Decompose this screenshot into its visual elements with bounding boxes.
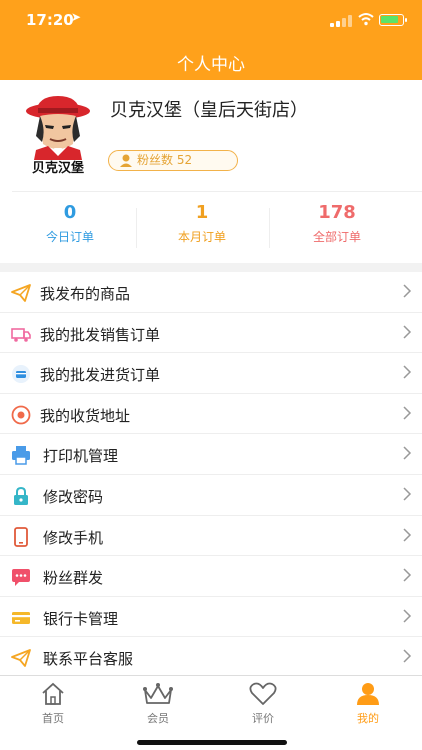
menu-item-shipping-address[interactable]: 我的收货地址 [0, 393, 422, 435]
menu-item-label: 我的收货地址 [40, 406, 131, 425]
stat-month-orders[interactable]: 1 本月订单 [132, 202, 272, 245]
profile-card: 贝克汉堡 贝克汉堡（皇后天街店） 粉丝数 52 0 今日订单 1 本月订单 17… [0, 80, 422, 263]
menu-item-fans-broadcast[interactable]: 粉丝群发 [0, 556, 422, 597]
lock-icon [14, 486, 28, 505]
menu-item-label: 粉丝群发 [43, 569, 104, 588]
send-plane-icon [11, 649, 31, 668]
location-arrow-icon: ➤ [71, 10, 82, 24]
header-bar: 17:20 ➤ 个人中心 [0, 0, 422, 80]
chevron-right-icon [403, 649, 412, 663]
chevron-right-icon [403, 568, 412, 582]
tab-label: 首页 [42, 712, 64, 725]
status-bar: 17:20 ➤ [0, 0, 422, 40]
status-time: 17:20 [26, 11, 74, 29]
menu-item-label: 我的批发进货订单 [40, 366, 161, 385]
crown-icon [143, 683, 173, 704]
menu-item-label: 联系平台客服 [43, 650, 134, 669]
menu-item-contact-support[interactable]: 联系平台客服 [0, 637, 422, 678]
signal-icon [330, 15, 352, 27]
tab-label: 会员 [147, 712, 169, 725]
stat-value: 1 [195, 202, 209, 223]
shop-name: 贝克汉堡（皇后天街店） [110, 100, 308, 121]
fans-icon [120, 154, 132, 167]
home-indicator [137, 740, 287, 745]
wifi-icon [358, 13, 374, 26]
menu-item-printer-management[interactable]: 打印机管理 [0, 434, 422, 475]
send-plane-icon [11, 284, 31, 302]
stat-label: 本月订单 [177, 230, 226, 244]
user-icon [357, 683, 379, 705]
logo-text: 贝克汉堡 [32, 160, 84, 176]
menu-item-label: 我的批发销售订单 [40, 325, 161, 344]
chevron-right-icon [403, 487, 412, 501]
menu-item-label: 打印机管理 [43, 447, 119, 466]
stat-all-orders[interactable]: 178 全部订单 [267, 202, 407, 245]
menu-item-label: 修改手机 [43, 528, 104, 547]
menu-item-change-phone[interactable]: 修改手机 [0, 515, 422, 557]
chevron-right-icon [403, 446, 412, 460]
chevron-right-icon [403, 365, 412, 379]
home-icon [42, 682, 64, 705]
fans-count-label: 粉丝数 52 [137, 153, 193, 167]
printer-icon [12, 446, 30, 466]
menu-item-wholesale-sales-orders[interactable]: 我的批发销售订单 [0, 312, 422, 354]
menu-list: 我发布的商品 我的批发销售订单 我的批发进货订单 我的收货地址 打印机管理 修改… [0, 272, 422, 678]
menu-item-label: 银行卡管理 [43, 609, 119, 628]
menu-item-wholesale-purchase-orders[interactable]: 我的批发进货订单 [0, 353, 422, 394]
card-icon [12, 365, 30, 384]
chevron-right-icon [403, 406, 412, 420]
shop-logo: 贝克汉堡 [26, 96, 90, 176]
profile-divider [12, 191, 422, 192]
fans-count-badge[interactable]: 粉丝数 52 [108, 150, 238, 171]
tab-label: 我的 [357, 712, 379, 725]
stat-value: 0 [63, 202, 77, 223]
tab-label: 评价 [252, 712, 274, 725]
menu-item-label: 修改密码 [43, 487, 104, 506]
menu-item-my-products[interactable]: 我发布的商品 [0, 272, 422, 313]
stat-label: 全部订单 [312, 230, 361, 244]
chevron-right-icon [403, 609, 412, 623]
stat-today-orders[interactable]: 0 今日订单 [0, 202, 140, 245]
menu-item-change-password[interactable]: 修改密码 [0, 474, 422, 516]
page-title: 个人中心 [177, 55, 245, 75]
message-icon [12, 569, 30, 587]
tab-mine[interactable]: 我的 [338, 682, 398, 726]
phone-icon [14, 526, 28, 547]
menu-item-label: 我发布的商品 [40, 285, 131, 303]
battery-icon [379, 14, 407, 26]
heart-icon [249, 682, 277, 705]
tab-home[interactable]: 首页 [23, 682, 83, 726]
truck-icon [11, 327, 31, 342]
stat-label: 今日订单 [45, 230, 94, 244]
stat-value: 178 [318, 202, 356, 223]
chevron-right-icon [403, 284, 412, 298]
location-pin-icon [11, 405, 31, 425]
tab-bar: 首页 会员 评价 我的 [0, 675, 422, 750]
tab-review[interactable]: 评价 [233, 682, 293, 726]
bank-card-icon [12, 611, 30, 624]
tab-member[interactable]: 会员 [128, 682, 188, 726]
menu-item-bank-card[interactable]: 银行卡管理 [0, 596, 422, 638]
chevron-right-icon [403, 528, 412, 542]
chevron-right-icon [403, 325, 412, 339]
